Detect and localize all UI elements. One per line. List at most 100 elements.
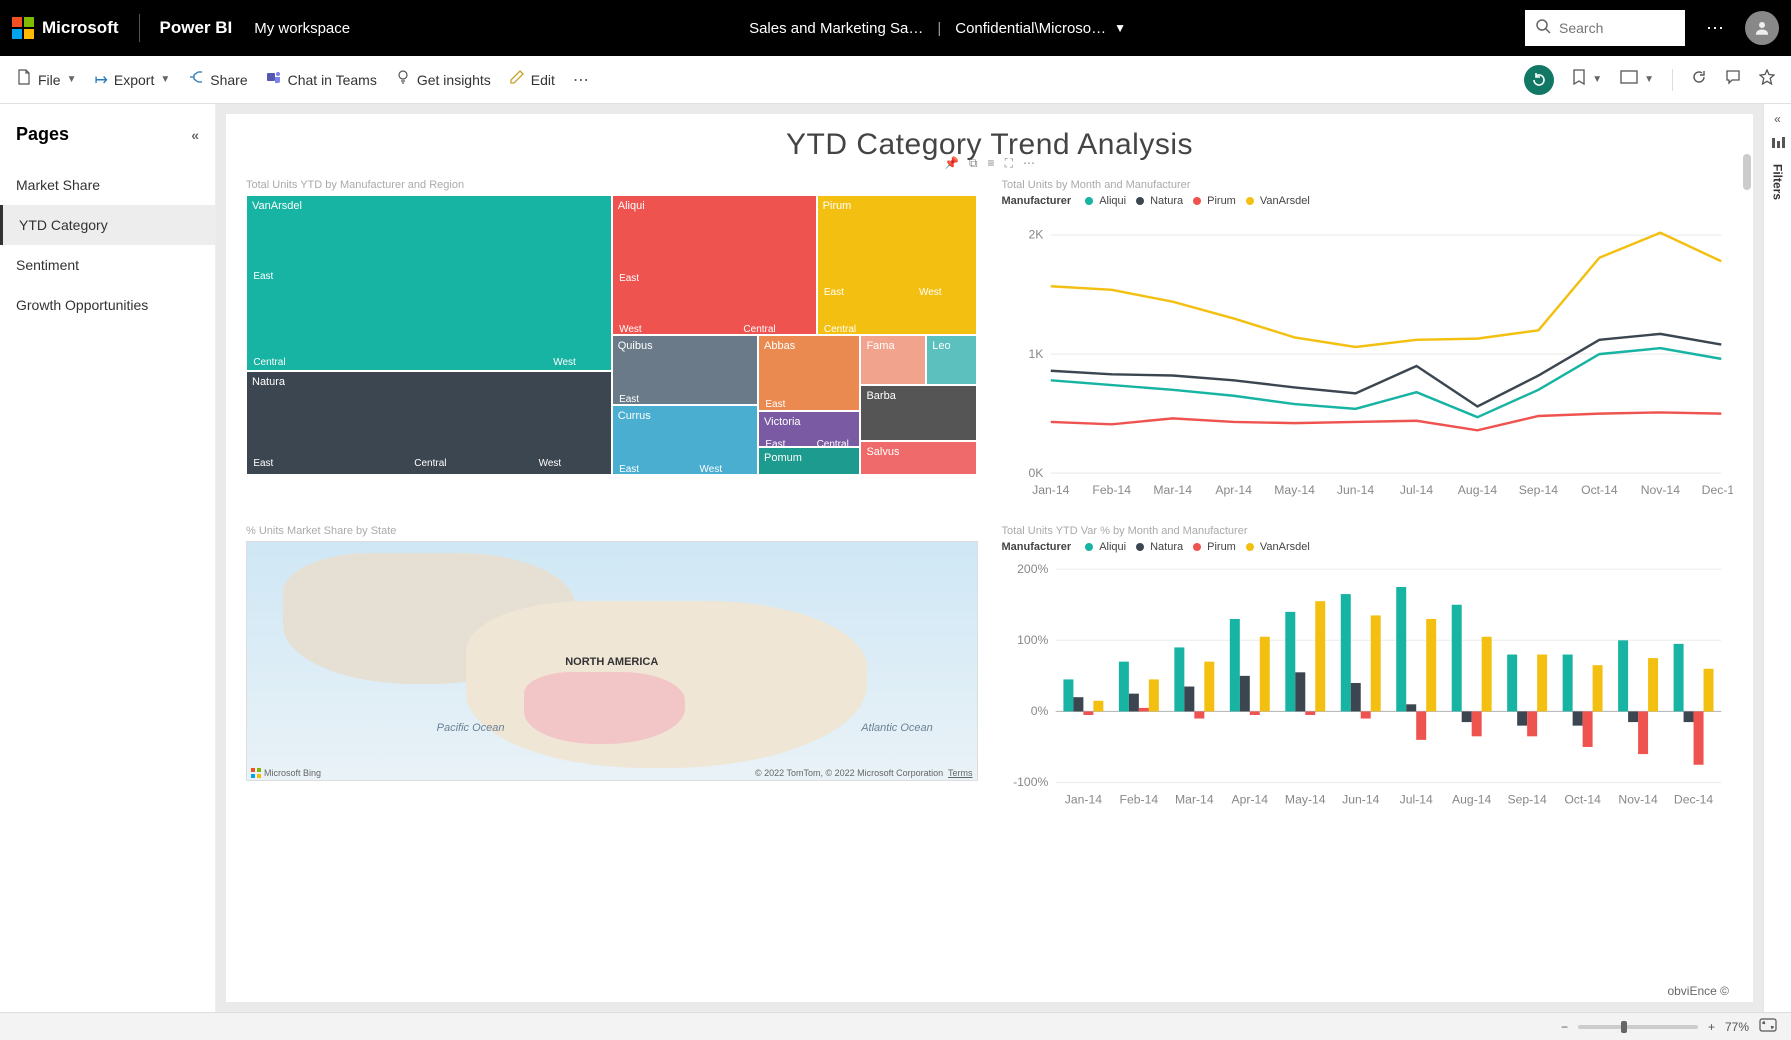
scrollbar-thumb[interactable] xyxy=(1743,154,1751,190)
svg-text:Apr-14: Apr-14 xyxy=(1231,792,1268,806)
legend-label[interactable]: Pirum xyxy=(1207,541,1236,553)
bookmark-icon xyxy=(1572,69,1586,90)
treemap-cell[interactable]: Pomum xyxy=(758,447,860,475)
barchart-legend: ManufacturerAliquiNaturaPirumVanArsdel xyxy=(1002,541,1734,553)
linechart-legend: ManufacturerAliquiNaturaPirumVanArsdel xyxy=(1002,195,1734,207)
chat-label: Chat in Teams xyxy=(288,72,377,88)
filters-label: Filters xyxy=(1771,164,1785,200)
pin-icon[interactable]: 📌 xyxy=(944,156,959,171)
treemap-region-label: East xyxy=(619,394,639,405)
legend-label[interactable]: Aliqui xyxy=(1099,195,1126,207)
export-menu[interactable]: ↦ Export ▼ xyxy=(94,70,170,90)
separator xyxy=(1672,69,1673,91)
linechart-title: Total Units by Month and Manufacturer xyxy=(1002,179,1734,191)
svg-text:200%: 200% xyxy=(1017,561,1048,575)
svg-text:Apr-14: Apr-14 xyxy=(1215,483,1252,497)
legend-label[interactable]: Natura xyxy=(1150,195,1183,207)
report-name[interactable]: Sales and Marketing Sa… xyxy=(749,20,923,37)
chevron-down-icon[interactable]: ▼ xyxy=(1114,21,1126,35)
map-visual[interactable]: % Units Market Share by State NORTH AMER… xyxy=(246,525,978,818)
treemap-cell[interactable]: Barba xyxy=(860,385,977,441)
svg-text:-100%: -100% xyxy=(1013,775,1048,789)
svg-text:Feb-14: Feb-14 xyxy=(1119,792,1158,806)
legend-swatch xyxy=(1193,543,1201,551)
zoom-out-button[interactable]: − xyxy=(1561,1020,1568,1034)
chat-teams-button[interactable]: Chat in Teams xyxy=(266,69,377,90)
barchart-visual[interactable]: Total Units YTD Var % by Month and Manuf… xyxy=(1002,525,1734,818)
insights-button[interactable]: Get insights xyxy=(395,69,491,90)
legend-label[interactable]: Aliqui xyxy=(1099,541,1126,553)
overflow-button[interactable]: ⋯ xyxy=(573,70,589,90)
treemap-region-label: West xyxy=(919,287,942,298)
fit-page-button[interactable] xyxy=(1759,1018,1777,1035)
favorite-button[interactable] xyxy=(1759,69,1775,90)
expand-pane-icon[interactable]: « xyxy=(1774,112,1781,126)
refresh-button[interactable] xyxy=(1691,69,1707,90)
map-atlantic-label: Atlantic Ocean xyxy=(861,722,933,734)
svg-text:May-14: May-14 xyxy=(1274,483,1315,497)
account-avatar[interactable] xyxy=(1745,11,1779,45)
svg-text:Aug-14: Aug-14 xyxy=(1452,792,1492,806)
zoom-slider[interactable] xyxy=(1578,1025,1698,1029)
map-canvas[interactable]: NORTH AMERICA Pacific Ocean Atlantic Oce… xyxy=(246,541,978,781)
main-shell: Pages « Market ShareYTD CategorySentimen… xyxy=(0,104,1791,1012)
product-label[interactable]: Power BI xyxy=(160,18,233,38)
reset-button[interactable] xyxy=(1524,65,1554,95)
sensitivity-label[interactable]: Confidential\Microso… xyxy=(955,20,1106,37)
bookmark-button[interactable]: ▼ xyxy=(1572,69,1602,90)
treemap-cell[interactable]: Salvus xyxy=(860,441,977,475)
refresh-icon xyxy=(1691,69,1707,90)
more-icon[interactable]: ⋯ xyxy=(1023,156,1035,171)
edit-button[interactable]: Edit xyxy=(509,69,555,90)
map-terms-link[interactable]: Terms xyxy=(948,768,973,778)
legend-label[interactable]: Natura xyxy=(1150,541,1183,553)
comment-button[interactable] xyxy=(1725,69,1741,90)
legend-label[interactable]: VanArsdel xyxy=(1260,195,1310,207)
page-tab[interactable]: YTD Category xyxy=(0,205,215,245)
svg-text:Jul-14: Jul-14 xyxy=(1399,792,1432,806)
treemap-cell[interactable]: Pirum xyxy=(817,195,978,335)
treemap-cell[interactable]: Fama xyxy=(860,335,926,385)
copy-icon[interactable]: ⧉ xyxy=(969,156,978,171)
workspace-breadcrumb[interactable]: My workspace xyxy=(254,20,350,37)
pages-pane: Pages « Market ShareYTD CategorySentimen… xyxy=(0,104,216,1012)
treemap-cell[interactable]: Aliqui xyxy=(612,195,817,335)
view-menu[interactable]: ▼ xyxy=(1620,70,1654,89)
person-icon xyxy=(1753,19,1771,37)
file-menu[interactable]: File ▼ xyxy=(16,69,76,90)
search-input-wrapper[interactable] xyxy=(1525,10,1685,46)
command-bar: File ▼ ↦ Export ▼ Share Chat in Teams Ge… xyxy=(0,56,1791,104)
more-options-button[interactable]: ⋯ xyxy=(1697,10,1733,46)
zoom-in-button[interactable]: + xyxy=(1708,1020,1715,1034)
filters-pane-collapsed[interactable]: « Filters xyxy=(1763,104,1791,1012)
treemap-region-label: Central xyxy=(824,324,856,335)
map-pacific-label: Pacific Ocean xyxy=(437,722,505,734)
treemap-region-label: West xyxy=(700,464,723,475)
report-canvas[interactable]: YTD Category Trend Analysis 📌 ⧉ ≡ ⛶ ⋯ To… xyxy=(226,114,1753,1002)
collapse-pane-icon[interactable]: « xyxy=(191,127,199,143)
treemap-region-label: East xyxy=(253,271,273,282)
filters-icon xyxy=(1771,136,1785,154)
treemap-cell[interactable]: VanArsdel xyxy=(246,195,612,371)
page-tab[interactable]: Sentiment xyxy=(0,245,215,285)
linechart-visual[interactable]: Total Units by Month and Manufacturer Ma… xyxy=(1002,179,1734,509)
page-tab[interactable]: Market Share xyxy=(0,165,215,205)
search-input[interactable] xyxy=(1559,20,1659,36)
svg-text:Jun-14: Jun-14 xyxy=(1342,792,1379,806)
treemap-cell[interactable]: Leo xyxy=(926,335,977,385)
svg-text:May-14: May-14 xyxy=(1284,792,1325,806)
view-icon xyxy=(1620,70,1638,89)
separator xyxy=(139,14,140,42)
legend-label[interactable]: Pirum xyxy=(1207,195,1236,207)
share-button[interactable]: Share xyxy=(188,69,247,90)
barchart-title: Total Units YTD Var % by Month and Manuf… xyxy=(1002,525,1734,537)
star-icon xyxy=(1759,69,1775,90)
svg-text:Feb-14: Feb-14 xyxy=(1092,483,1131,497)
map-copyright: © 2022 TomTom, © 2022 Microsoft Corporat… xyxy=(755,768,973,778)
legend-label[interactable]: VanArsdel xyxy=(1260,541,1310,553)
treemap-visual[interactable]: Total Units YTD by Manufacturer and Regi… xyxy=(246,179,978,509)
focus-icon[interactable]: ⛶ xyxy=(1005,156,1013,171)
microsoft-logo[interactable]: Microsoft xyxy=(12,17,119,39)
filter-icon[interactable]: ≡ xyxy=(988,156,995,171)
page-tab[interactable]: Growth Opportunities xyxy=(0,285,215,325)
